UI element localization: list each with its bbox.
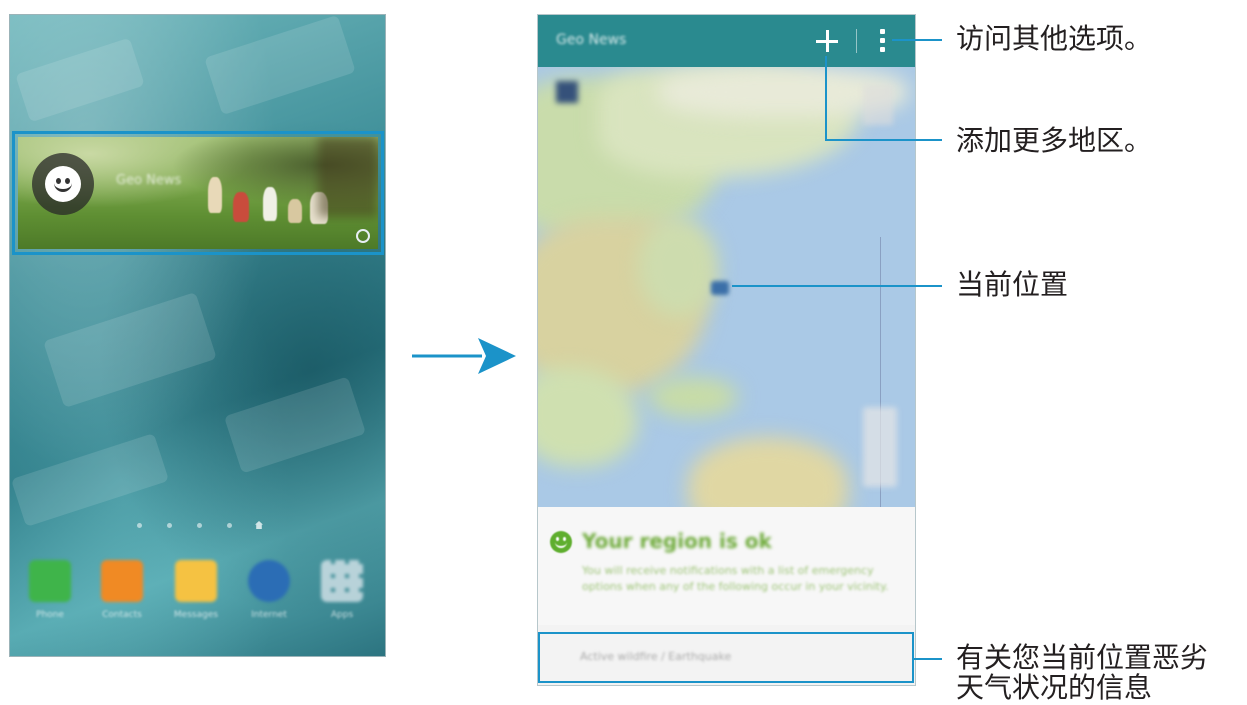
callout-severe-weather-line1: 有关您当前位置恶劣 — [956, 641, 1209, 674]
status-description: You will receive notifications with a li… — [582, 564, 889, 593]
page-dot — [137, 523, 142, 528]
page-dot — [197, 523, 202, 528]
map-landmass — [648, 377, 738, 417]
toolbar-divider — [856, 29, 857, 53]
photo-figure — [288, 199, 302, 223]
callout-line — [892, 39, 942, 41]
app-messages[interactable]: Messages — [170, 560, 222, 620]
app-label: Messages — [173, 610, 219, 620]
page-indicator — [137, 520, 277, 532]
callout-add-regions: 添加更多地区。 — [956, 124, 1153, 157]
page-dot — [227, 523, 232, 528]
callout-more-options: 访问其他选项。 — [956, 22, 1153, 55]
contacts-icon — [101, 560, 143, 602]
app-label: Apps — [330, 610, 354, 620]
internet-icon — [248, 560, 290, 602]
apps-icon — [321, 560, 363, 602]
app-label: Internet — [251, 610, 287, 620]
geo-news-widget[interactable]: Geo News — [18, 137, 378, 249]
page-dot — [167, 523, 172, 528]
more-options-icon — [880, 29, 885, 34]
callout-current-location: 当前位置 — [956, 268, 1069, 301]
app-contacts[interactable]: Contacts — [96, 560, 148, 620]
region-map[interactable] — [538, 67, 915, 507]
region-flag-icon — [556, 81, 578, 103]
smiley-icon — [550, 531, 572, 553]
callout-line — [825, 56, 827, 140]
map-landmass — [688, 437, 848, 507]
wallpaper-texture — [43, 291, 217, 409]
photo-figure — [208, 177, 222, 213]
geo-news-widget-highlight: Geo News — [12, 131, 384, 255]
region-status-card: Your region is ok You will receive notif… — [538, 507, 915, 625]
more-options-button[interactable] — [876, 27, 890, 55]
tree-shadow — [318, 137, 378, 217]
wallpaper-texture — [223, 376, 367, 474]
transition-arrow-icon — [412, 338, 516, 374]
wallpaper-texture — [204, 15, 356, 116]
map-landmass — [638, 217, 718, 317]
phone-icon — [29, 560, 71, 602]
wallpaper-texture — [10, 433, 170, 527]
app-title: Geo News — [556, 32, 627, 48]
more-options-icon — [880, 38, 885, 43]
refresh-icon[interactable] — [356, 229, 370, 243]
wallpaper-texture — [15, 37, 145, 123]
callout-severe-weather-line2: 天气状况的信息 — [956, 671, 1153, 704]
more-options-icon — [880, 47, 885, 52]
callout-line — [914, 658, 942, 660]
alert-item-label: Active wildfire / Earthquake — [580, 650, 732, 663]
map-zoom-control[interactable] — [863, 407, 897, 487]
smiley-icon — [45, 166, 81, 202]
app-label: Phone — [36, 610, 64, 620]
geo-news-screen: Geo News Your region is ok You will rece… — [537, 14, 916, 686]
app-internet[interactable]: Internet — [243, 560, 295, 620]
app-bar: Geo News — [538, 15, 915, 67]
photo-figure — [263, 187, 277, 221]
map-control[interactable] — [863, 85, 893, 125]
status-title: Your region is ok — [582, 529, 772, 553]
current-location-marker — [711, 281, 729, 295]
smiley-mouth — [555, 541, 567, 548]
severe-weather-item[interactable]: Active wildfire / Earthquake — [538, 632, 914, 683]
home-screen: Geo News Phone Contacts Messages Interne… — [9, 14, 386, 657]
callout-line — [732, 285, 942, 287]
widget-title: Geo News — [116, 173, 182, 188]
app-dock: Phone Contacts Messages Internet Apps — [10, 560, 385, 650]
app-label: Contacts — [102, 610, 142, 620]
photo-figure — [233, 192, 249, 222]
smiley-mouth — [54, 183, 72, 192]
callout-line — [825, 139, 942, 141]
messages-icon — [175, 560, 217, 602]
app-phone[interactable]: Phone — [24, 560, 76, 620]
add-region-button[interactable] — [814, 28, 840, 54]
home-page-icon — [255, 521, 263, 529]
app-apps[interactable]: Apps — [316, 560, 368, 620]
smiley-badge — [32, 153, 94, 215]
